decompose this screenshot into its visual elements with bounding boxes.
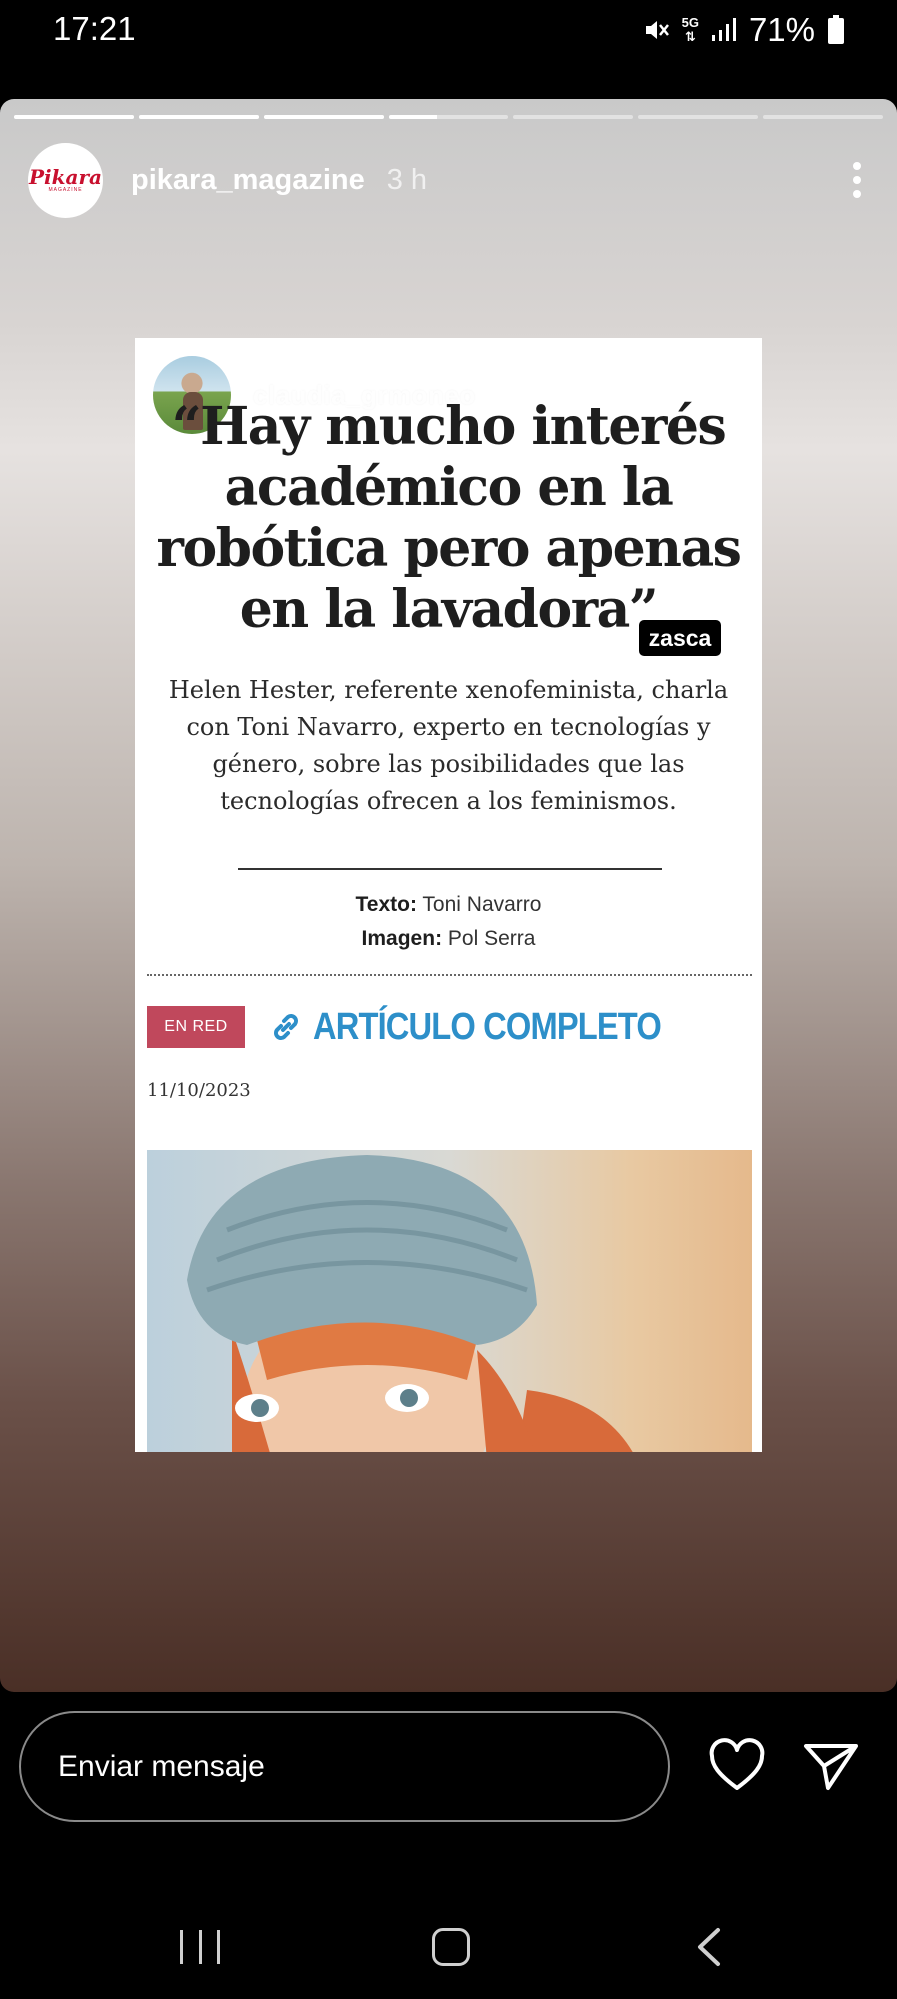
progress-fill bbox=[388, 115, 437, 119]
battery-icon bbox=[828, 15, 844, 44]
pikara-logo-sub: MAGAZINE bbox=[48, 187, 83, 193]
system-nav-bar bbox=[0, 1890, 897, 1999]
progress-segment bbox=[263, 115, 384, 119]
recent-apps-icon[interactable] bbox=[180, 1930, 220, 1966]
article-lede: Helen Hester, referente xenofeminista, c… bbox=[168, 676, 729, 815]
shared-article-card: claudia_grmoneo “Hay mucho interés acadé… bbox=[135, 338, 762, 1452]
portrait-illustration bbox=[147, 1150, 752, 1452]
progress-segment bbox=[138, 115, 259, 119]
battery-percent: 71% bbox=[748, 11, 815, 48]
divider bbox=[238, 868, 662, 870]
story-age: 3 h bbox=[386, 163, 428, 196]
5g-icon: 5G ⇅ bbox=[681, 15, 699, 44]
story-viewer[interactable]: Pikara MAGAZINE pikara_magazine 3 h clau… bbox=[0, 99, 897, 1692]
signal-icon bbox=[711, 18, 736, 41]
progress-fill bbox=[138, 115, 259, 119]
message-input[interactable]: Enviar mensaje bbox=[19, 1711, 670, 1822]
portrait-drawing bbox=[187, 1155, 633, 1452]
account-username[interactable]: pikara_magazine bbox=[131, 164, 365, 197]
full-article-label: ARTÍCULO COMPLETO bbox=[313, 1005, 662, 1048]
article-credits: Texto: Toni Navarro Imagen: Pol Serra bbox=[135, 888, 762, 956]
credit-text-value: Toni Navarro bbox=[422, 893, 542, 916]
network-label: 5G bbox=[681, 15, 699, 30]
link-icon bbox=[274, 1014, 298, 1040]
credit-image-label: Imagen: bbox=[361, 927, 443, 950]
progress-segment bbox=[763, 115, 884, 119]
credit-text-label: Texto: bbox=[355, 893, 417, 916]
more-options-icon[interactable] bbox=[845, 158, 869, 202]
send-icon[interactable] bbox=[802, 1738, 860, 1794]
home-icon[interactable] bbox=[432, 1928, 470, 1966]
mute-icon bbox=[645, 21, 669, 39]
article-headline: “Hay mucho interés académico en la robót… bbox=[156, 396, 742, 640]
section-tag: EN RED bbox=[147, 1006, 245, 1048]
credit-text-row: Texto: Toni Navarro bbox=[135, 888, 762, 922]
credit-image-value: Pol Serra bbox=[447, 927, 536, 950]
back-icon[interactable] bbox=[690, 1926, 730, 1968]
account-avatar[interactable]: Pikara MAGAZINE bbox=[28, 142, 103, 218]
article-date: 11/10/2023 bbox=[147, 1080, 251, 1101]
credit-image-row: Imagen: Pol Serra bbox=[135, 922, 762, 956]
progress-fill bbox=[263, 115, 384, 119]
pikara-logo: Pikara bbox=[29, 165, 102, 189]
progress-segment bbox=[638, 115, 759, 119]
progress-segment bbox=[513, 115, 634, 119]
progress-segment bbox=[388, 115, 509, 119]
zasca-sticker: zasca bbox=[639, 620, 721, 656]
story-header: Pikara MAGAZINE pikara_magazine 3 h bbox=[28, 142, 869, 218]
progress-segment bbox=[14, 115, 134, 119]
progress-fill bbox=[14, 115, 134, 119]
story-progress bbox=[14, 115, 884, 119]
message-placeholder: Enviar mensaje bbox=[58, 1749, 265, 1783]
dotted-divider bbox=[147, 974, 752, 976]
like-heart-icon[interactable] bbox=[708, 1738, 766, 1794]
status-icons: 5G ⇅ 71% bbox=[642, 10, 845, 50]
status-bar: 17:21 5G ⇅ 71% bbox=[0, 0, 897, 62]
status-time: 17:21 bbox=[53, 10, 136, 47]
full-article-link[interactable]: ARTÍCULO COMPLETO bbox=[269, 1004, 718, 1050]
